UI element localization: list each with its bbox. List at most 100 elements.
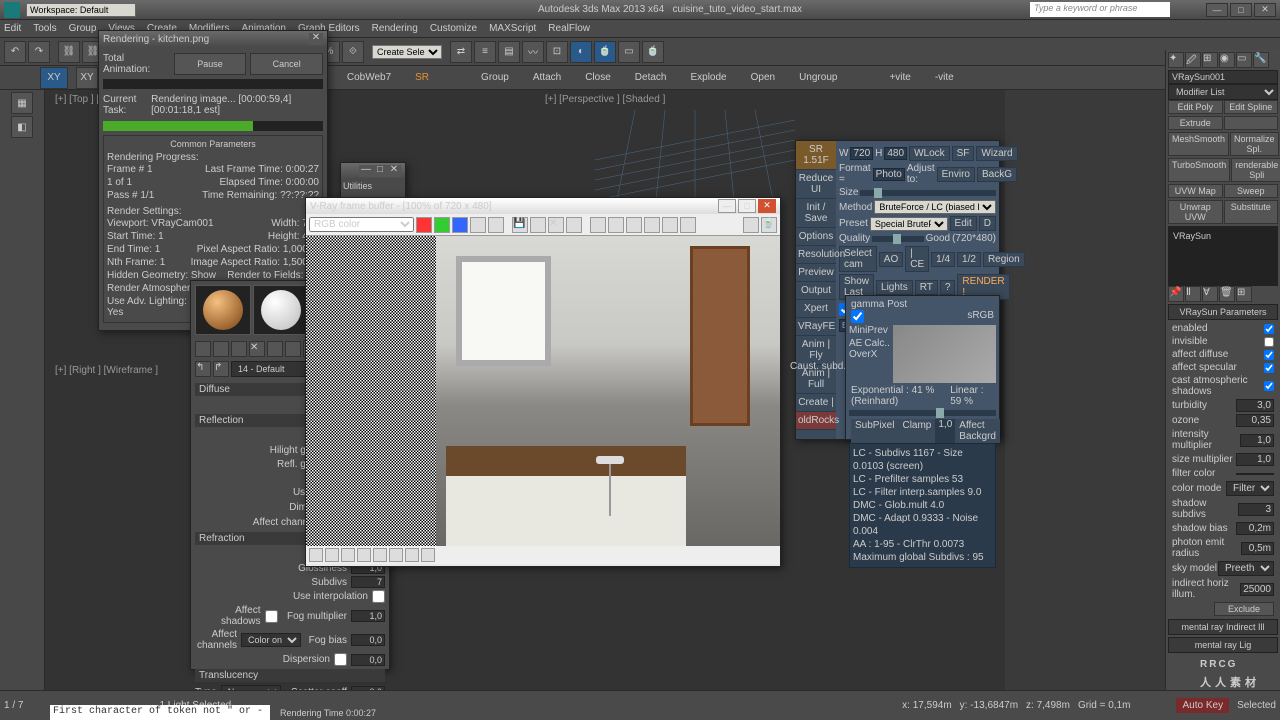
vfb-bot-icon-4[interactable] [357,548,371,562]
sr-half-btn[interactable]: 1/2 [957,252,981,267]
sr-sf-btn[interactable]: SF [952,146,975,161]
sr-method-select[interactable]: BruteForce / LC (biased BruteForce) [874,200,996,214]
sr-rt-btn[interactable]: RT [915,280,938,295]
vfb-a-icon[interactable] [470,217,486,233]
sr-enviro-btn[interactable]: Enviro [937,167,975,182]
sr-ce-btn[interactable]: | CE [905,246,929,272]
utility-tab-icon[interactable]: 🔧 [1253,52,1269,68]
mirror-icon[interactable]: ⇄ [450,41,472,63]
modify-tab-icon[interactable]: 🖉 [1185,52,1201,68]
sr-d-btn[interactable]: D [979,216,996,231]
vfb-clear-icon[interactable]: ✕ [548,217,564,233]
viewport-right-label[interactable]: [+] [Right ] [Wireframe ] [55,365,158,376]
display-tab-icon[interactable]: ▭ [1236,52,1252,68]
sr-tab-options[interactable]: Options [796,228,836,246]
param-turb-spin[interactable]: 3,0 [1236,399,1274,412]
mod-btn-meshsmooth[interactable]: MeshSmooth [1168,132,1229,156]
vfb-cc-icon[interactable] [680,217,696,233]
sr-tab-xpert[interactable]: Xpert [796,300,836,318]
cancel-button[interactable]: Cancel [250,53,323,75]
param-indhoriz-spin[interactable]: 25000 [1240,583,1274,596]
vfb-close-icon[interactable]: ✕ [758,199,776,213]
layers-icon[interactable]: ▤ [498,41,520,63]
render-frame-icon[interactable]: ▭ [618,41,640,63]
sr-format-field[interactable]: Photo [873,168,905,181]
btn-minusvite[interactable]: -vite [927,70,962,85]
vfb-min-icon[interactable]: — [718,199,736,213]
menu-edit[interactable]: Edit [4,23,21,34]
sr-tab-preview[interactable]: Preview [796,264,836,282]
spinner-snap-icon[interactable]: ⟐ [342,41,364,63]
util-title[interactable]: —□✕ [341,163,405,179]
xy-button[interactable]: XY [40,67,68,89]
mat-fogmult-spin[interactable]: 1,0 [351,610,385,622]
render-progress-title[interactable]: Rendering - kitchen.png✕ [99,31,327,47]
vfb-bot-icon-8[interactable] [421,548,435,562]
vfb-save-icon[interactable]: 💾 [512,217,528,233]
menu-customize[interactable]: Customize [430,23,477,34]
mod-btn-extrude[interactable]: Extrude [1168,116,1223,130]
unique-icon[interactable]: ∀ [1202,286,1218,302]
param-exclude-button[interactable]: Exclude [1214,602,1274,616]
sr-clamp-spin[interactable]: 1,0 [935,419,955,443]
sr-height-field[interactable]: 480 [884,147,907,160]
sr-width-field[interactable]: 720 [850,147,873,160]
menu-tools[interactable]: Tools [33,23,56,34]
sr-subpixel-btn[interactable]: SubPixel [851,419,898,443]
rollout-mr-indirect[interactable]: mental ray Indirect Ill [1168,619,1278,635]
render-icon[interactable]: 🍵 [642,41,664,63]
util-max-icon[interactable]: □ [373,165,387,177]
sr-quarter-btn[interactable]: 1/4 [931,252,955,267]
vfb-bot-icon-3[interactable] [341,548,355,562]
mat-assign-icon[interactable] [231,341,247,357]
btn-open[interactable]: Open [743,70,783,85]
vfb-copy-icon[interactable] [566,217,582,233]
param-ozone-spin[interactable]: 0,35 [1236,414,1274,427]
mat-affshadow-check[interactable] [265,610,278,623]
modifier-list-dropdown[interactable]: Modifier List [1168,84,1278,100]
mat-refraffch-sel[interactable]: Color only [241,633,301,647]
coord-y[interactable]: y: -13,6847m [960,700,1018,711]
param-invisible-check[interactable] [1264,337,1274,347]
material-editor-icon[interactable]: ◐ [570,41,592,63]
sr-ae-btn[interactable]: AE [849,338,862,349]
remove-mod-icon[interactable]: 🗑 [1219,286,1235,302]
sr-preset-select[interactable]: Special BruteForce [870,217,948,231]
vfb-render-area[interactable] [306,236,780,546]
param-affspec-check[interactable] [1264,363,1274,373]
menu-group[interactable]: Group [69,23,97,34]
create-tab-icon[interactable]: ✦ [1168,52,1184,68]
show-end-icon[interactable]: Ⅱ [1185,286,1201,302]
hierarchy-tab-icon[interactable]: ⊞ [1202,52,1218,68]
btn-explode[interactable]: Explode [682,70,734,85]
btn-attach[interactable]: Attach [525,70,569,85]
align-icon[interactable]: ≡ [474,41,496,63]
mat-disp-check[interactable] [334,653,347,666]
vfb-channel-dropdown[interactable]: RGB color [309,217,414,232]
minimize-button[interactable]: — [1206,3,1228,17]
sr-quality-slider[interactable] [872,236,923,242]
pin-stack-icon[interactable]: 📌 [1168,286,1184,302]
mod-btn-uvw[interactable]: UVW Map [1168,184,1223,198]
mat-gofwd-icon[interactable]: ↱ [213,361,229,377]
sr-tab-create[interactable]: Create | [796,394,836,412]
material-slot-1[interactable] [195,285,251,335]
vfb-max-icon[interactable]: □ [738,199,756,213]
param-shadowsub-spin[interactable]: 3 [1238,503,1274,516]
sr-tab-oldrocks[interactable]: oldRocks [796,412,836,430]
menu-realflow[interactable]: RealFlow [548,23,590,34]
maximize-button[interactable]: □ [1230,3,1252,17]
param-sizemult-spin[interactable]: 1,0 [1236,453,1274,466]
xy-alt-icon[interactable]: XY [76,67,98,89]
sr-srgb-check[interactable] [851,310,864,323]
sr-clamp-btn[interactable]: Clamp [898,419,935,443]
param-atmo-check[interactable] [1264,381,1274,391]
param-photon-spin[interactable]: 0,5m [1241,542,1274,555]
mod-btn-editpoly[interactable]: Edit Poly [1168,100,1223,114]
vfb-bot-icon-6[interactable] [389,548,403,562]
vfb-pixel-icon[interactable] [626,217,642,233]
pause-button[interactable]: Pause [174,53,247,75]
undo-icon[interactable]: ↶ [4,41,26,63]
material-slot-2[interactable] [253,285,309,335]
sr-size-slider[interactable] [860,190,996,196]
